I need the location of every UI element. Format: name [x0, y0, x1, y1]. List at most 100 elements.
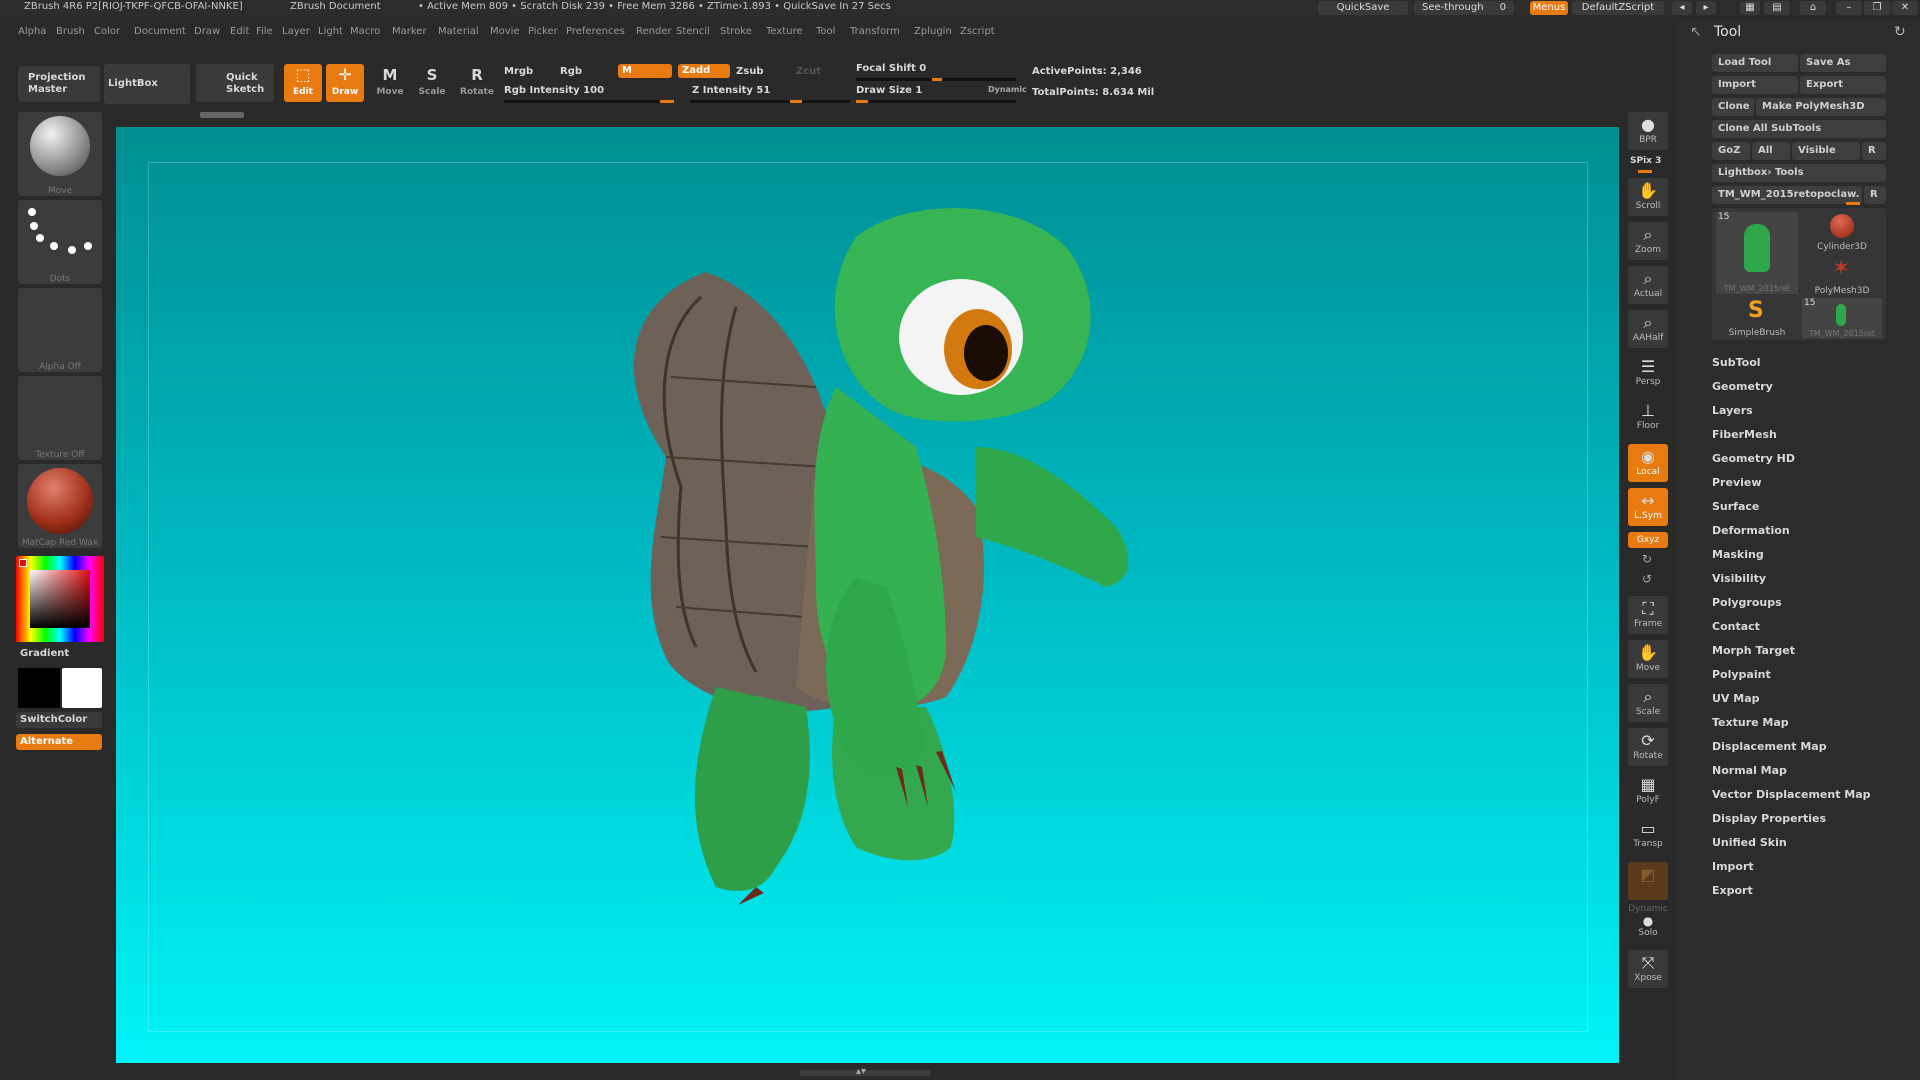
menu-document[interactable]: Document — [134, 26, 186, 37]
subpalette-deformation[interactable]: Deformation — [1712, 524, 1790, 537]
floor-button[interactable]: ⊥ Floor — [1628, 398, 1668, 436]
make-polymesh-button[interactable]: Make PolyMesh3D — [1756, 98, 1886, 116]
spix-slider[interactable] — [1638, 170, 1652, 173]
goz-button[interactable]: GoZ — [1712, 142, 1750, 160]
tool-thumb-simplebrush[interactable]: S SimpleBrush — [1716, 298, 1798, 338]
dynamic-button[interactable]: Dynamic — [988, 85, 1027, 94]
menu-texture[interactable]: Texture — [766, 26, 803, 37]
zcut-button[interactable]: Zcut — [796, 66, 821, 77]
see-through-slider[interactable]: See-through 0 — [1414, 1, 1514, 15]
tool-pin-icon[interactable]: ↖ — [1690, 24, 1702, 40]
lsym-button[interactable]: ↔ L.Sym — [1628, 488, 1668, 526]
tool-thumb-cylinder[interactable]: Cylinder3D — [1802, 212, 1882, 252]
quick-sketch-button[interactable]: Quick Sketch — [196, 64, 274, 102]
subpalette-polypaint[interactable]: Polypaint — [1712, 668, 1771, 681]
tool-panel-title[interactable]: Tool — [1714, 24, 1741, 40]
polyf-button[interactable]: ▦ PolyF — [1628, 772, 1668, 810]
goz-all-button[interactable]: All — [1752, 142, 1790, 160]
stroke-thumb[interactable]: Dots — [18, 200, 102, 284]
subpalette-normal-map[interactable]: Normal Map — [1712, 764, 1787, 777]
minimize-icon[interactable]: – — [1836, 1, 1862, 15]
clone-all-subtools-button[interactable]: Clone All SubTools — [1712, 120, 1886, 138]
save-as-button[interactable]: Save As — [1800, 54, 1886, 72]
menu-stencil[interactable]: Stencil — [676, 26, 710, 37]
subpalette-fibermesh[interactable]: FiberMesh — [1712, 428, 1777, 441]
lightbox-button[interactable]: LightBox — [104, 64, 190, 104]
color-picker[interactable] — [16, 556, 104, 642]
menu-color[interactable]: Color — [94, 26, 120, 37]
zoom-button[interactable]: ⌕ Zoom — [1628, 222, 1668, 260]
aahalf-button[interactable]: ⌕ AAHalf — [1628, 310, 1668, 348]
scale-view-button[interactable]: ⌕ Scale — [1628, 684, 1668, 722]
subpalette-unified-skin[interactable]: Unified Skin — [1712, 836, 1787, 849]
menu-layer[interactable]: Layer — [282, 26, 310, 37]
subpalette-masking[interactable]: Masking — [1712, 548, 1764, 561]
layout-prev-icon[interactable]: ◂ — [1672, 1, 1692, 15]
menu-transform[interactable]: Transform — [850, 26, 900, 37]
rotate-z-icon[interactable]: ↺ — [1642, 572, 1652, 586]
alternate-button[interactable]: Alternate — [16, 734, 102, 750]
subpalette-export[interactable]: Export — [1712, 884, 1753, 897]
menu-render[interactable]: Render — [636, 26, 672, 37]
load-tool-button[interactable]: Load Tool — [1712, 54, 1798, 72]
menu-zscript[interactable]: Zscript — [960, 26, 995, 37]
menu-marker[interactable]: Marker — [392, 26, 427, 37]
rotate-y-icon[interactable]: ↻ — [1642, 552, 1652, 566]
default-zscript-button[interactable]: DefaultZScript — [1572, 1, 1664, 15]
goz-visible-button[interactable]: Visible — [1792, 142, 1860, 160]
rotate-button[interactable]: R Rotate — [458, 64, 496, 102]
zsub-button[interactable]: Zsub — [736, 66, 763, 77]
subpalette-uv-map[interactable]: UV Map — [1712, 692, 1760, 705]
mrgb-button[interactable]: Mrgb — [504, 66, 533, 77]
edit-button[interactable]: ⬚ Edit — [284, 64, 322, 102]
lightbox-tools-button[interactable]: Lightbox› Tools — [1712, 164, 1886, 182]
m-button[interactable]: M — [618, 64, 672, 78]
subpalette-contact[interactable]: Contact — [1712, 620, 1760, 633]
subpalette-subtool[interactable]: SubTool — [1712, 356, 1761, 369]
scroll-button[interactable]: ✋ Scroll — [1628, 178, 1668, 216]
tool-thumb-turtle-1[interactable]: 15 TM_WM_2015ret — [1716, 212, 1798, 294]
move-view-button[interactable]: ✋ Move — [1628, 640, 1668, 678]
persp-button[interactable]: ☰ Persp — [1628, 354, 1668, 392]
subpalette-preview[interactable]: Preview — [1712, 476, 1762, 489]
zadd-button[interactable]: Zadd — [678, 64, 730, 78]
subpalette-geometry[interactable]: Geometry — [1712, 380, 1773, 393]
subpalette-import[interactable]: Import — [1712, 860, 1754, 873]
goz-r-button[interactable]: R — [1862, 142, 1886, 160]
transp-button[interactable]: ▭ Transp — [1628, 816, 1668, 854]
menu-macro[interactable]: Macro — [350, 26, 380, 37]
subpalette-displacement-map[interactable]: Displacement Map — [1712, 740, 1827, 753]
tool-thumb-turtle-2[interactable]: 15 TM_WM_2015ret — [1802, 298, 1882, 338]
subpalette-surface[interactable]: Surface — [1712, 500, 1759, 513]
menu-edit[interactable]: Edit — [230, 26, 249, 37]
frame-button[interactable]: ⛶ Frame — [1628, 596, 1668, 634]
canvas-viewport[interactable] — [116, 127, 1619, 1063]
subpalette-layers[interactable]: Layers — [1712, 404, 1753, 417]
draw-size-slider[interactable] — [856, 100, 1016, 103]
clone-button[interactable]: Clone — [1712, 98, 1754, 116]
switch-color-button[interactable]: SwitchColor — [16, 712, 102, 728]
menu-material[interactable]: Material — [438, 26, 479, 37]
subpalette-morph-target[interactable]: Morph Target — [1712, 644, 1795, 657]
solo-button[interactable]: Dynamic ● Solo — [1628, 904, 1668, 942]
current-tool-slider[interactable]: TM_WM_2015retopoclaw. — [1712, 186, 1862, 204]
close-icon[interactable]: ✕ — [1892, 1, 1918, 15]
menu-stroke[interactable]: Stroke — [720, 26, 752, 37]
subpalette-polygroups[interactable]: Polygroups — [1712, 596, 1782, 609]
color-square[interactable] — [30, 570, 90, 628]
main-color-swatch[interactable] — [62, 668, 102, 708]
alpha-thumb[interactable]: Alpha Off — [18, 288, 102, 372]
scale-button[interactable]: S Scale — [414, 64, 450, 102]
xyz-button[interactable]: Gxyz — [1628, 532, 1668, 548]
move-button[interactable]: M Move — [372, 64, 408, 102]
reset-icon[interactable]: ↻ — [1894, 24, 1906, 40]
canvas-scroll-handle[interactable] — [200, 112, 244, 118]
subpalette-display-properties[interactable]: Display Properties — [1712, 812, 1826, 825]
menu-alpha[interactable]: Alpha — [18, 26, 46, 37]
menu-tool[interactable]: Tool — [816, 26, 835, 37]
menu-zplugin[interactable]: Zplugin — [914, 26, 952, 37]
menus-button[interactable]: Menus — [1530, 1, 1568, 15]
export-button[interactable]: Export — [1800, 76, 1886, 94]
expand-arrows-icon[interactable]: ▴▾ — [856, 1066, 866, 1077]
material-thumb[interactable]: MatCap Red Wax — [18, 464, 102, 548]
